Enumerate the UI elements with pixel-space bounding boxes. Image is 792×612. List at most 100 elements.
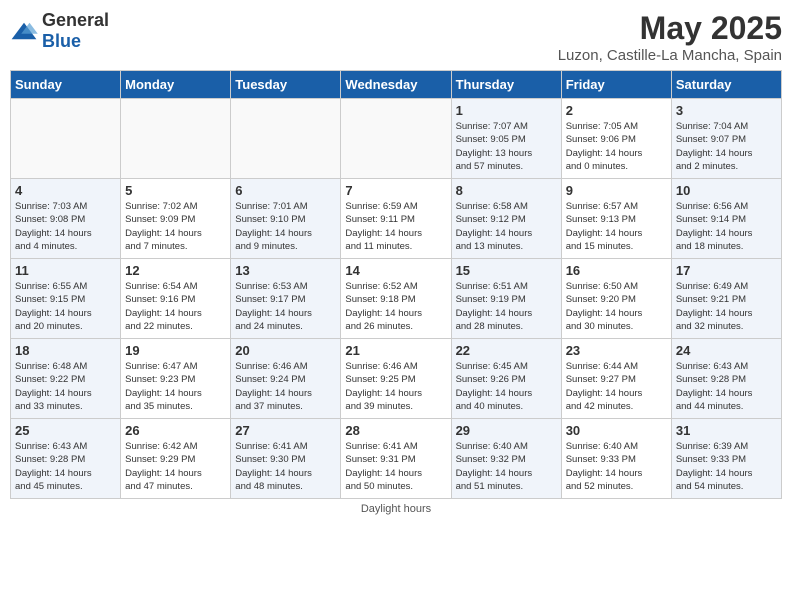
- day-info: Sunrise: 6:48 AM Sunset: 9:22 PM Dayligh…: [15, 360, 116, 413]
- day-number: 20: [235, 343, 336, 358]
- day-number: 25: [15, 423, 116, 438]
- calendar-table: SundayMondayTuesdayWednesdayThursdayFrid…: [10, 70, 782, 499]
- day-number: 9: [566, 183, 667, 198]
- day-number: 5: [125, 183, 226, 198]
- header-row: SundayMondayTuesdayWednesdayThursdayFrid…: [11, 71, 782, 99]
- calendar-header: SundayMondayTuesdayWednesdayThursdayFrid…: [11, 71, 782, 99]
- day-info: Sunrise: 6:46 AM Sunset: 9:24 PM Dayligh…: [235, 360, 336, 413]
- day-number: 26: [125, 423, 226, 438]
- title-area: May 2025 Luzon, Castille-La Mancha, Spai…: [558, 10, 782, 64]
- day-info: Sunrise: 6:49 AM Sunset: 9:21 PM Dayligh…: [676, 280, 777, 333]
- day-info: Sunrise: 6:54 AM Sunset: 9:16 PM Dayligh…: [125, 280, 226, 333]
- header-day-monday: Monday: [121, 71, 231, 99]
- day-info: Sunrise: 7:04 AM Sunset: 9:07 PM Dayligh…: [676, 120, 777, 173]
- day-info: Sunrise: 6:56 AM Sunset: 9:14 PM Dayligh…: [676, 200, 777, 253]
- day-cell: 5 Sunrise: 7:02 AM Sunset: 9:09 PM Daylig…: [121, 179, 231, 259]
- day-number: 13: [235, 263, 336, 278]
- day-info: Sunrise: 7:07 AM Sunset: 9:05 PM Dayligh…: [456, 120, 557, 173]
- day-info: Sunrise: 6:59 AM Sunset: 9:11 PM Dayligh…: [345, 200, 446, 253]
- day-info: Sunrise: 6:52 AM Sunset: 9:18 PM Dayligh…: [345, 280, 446, 333]
- day-info: Sunrise: 7:03 AM Sunset: 9:08 PM Dayligh…: [15, 200, 116, 253]
- day-info: Sunrise: 6:57 AM Sunset: 9:13 PM Dayligh…: [566, 200, 667, 253]
- header-day-saturday: Saturday: [671, 71, 781, 99]
- day-info: Sunrise: 6:43 AM Sunset: 9:28 PM Dayligh…: [15, 440, 116, 493]
- day-info: Sunrise: 6:44 AM Sunset: 9:27 PM Dayligh…: [566, 360, 667, 413]
- day-info: Sunrise: 6:42 AM Sunset: 9:29 PM Dayligh…: [125, 440, 226, 493]
- day-cell: 6Sunrise: 7:01 AM Sunset: 9:10 PM Daylig…: [231, 179, 341, 259]
- day-cell: 2 Sunrise: 7:05 AM Sunset: 9:06 PM Daylig…: [561, 99, 671, 179]
- logo-icon: [10, 20, 38, 42]
- header: General Blue May 2025 Luzon, Castille-La…: [10, 10, 782, 64]
- logo-blue: Blue: [42, 31, 81, 51]
- day-cell: 15 Sunrise: 6:51 AM Sunset: 9:19 PM Dayli…: [451, 259, 561, 339]
- day-info: Sunrise: 7:05 AM Sunset: 9:06 PM Dayligh…: [566, 120, 667, 173]
- day-info: Sunrise: 6:40 AM Sunset: 9:33 PM Dayligh…: [566, 440, 667, 493]
- day-info: Sunrise: 6:41 AM Sunset: 9:30 PM Dayligh…: [235, 440, 336, 493]
- day-cell: 21 Sunrise: 6:46 AM Sunset: 9:25 PM Dayli…: [341, 339, 451, 419]
- day-number: 7: [345, 183, 446, 198]
- day-cell: 19 Sunrise: 6:47 AM Sunset: 9:23 PM Dayli…: [121, 339, 231, 419]
- day-cell: 17 Sunrise: 6:49 AM Sunset: 9:21 PM Dayli…: [671, 259, 781, 339]
- logo-text: General Blue: [42, 10, 109, 52]
- day-cell: 11 Sunrise: 6:55 AM Sunset: 9:15 PM Dayli…: [11, 259, 121, 339]
- day-number: 31: [676, 423, 777, 438]
- day-info: Sunrise: 6:55 AM Sunset: 9:15 PM Dayligh…: [15, 280, 116, 333]
- day-cell: 28 Sunrise: 6:41 AM Sunset: 9:31 PM Dayli…: [341, 419, 451, 499]
- footer-note: Daylight hours: [10, 503, 782, 515]
- day-info: Sunrise: 6:46 AM Sunset: 9:25 PM Dayligh…: [345, 360, 446, 413]
- day-cell: 20 Sunrise: 6:46 AM Sunset: 9:24 PM Dayli…: [231, 339, 341, 419]
- day-info: Sunrise: 6:41 AM Sunset: 9:31 PM Dayligh…: [345, 440, 446, 493]
- subtitle: Luzon, Castille-La Mancha, Spain: [558, 47, 782, 64]
- header-day-friday: Friday: [561, 71, 671, 99]
- day-number: 2: [566, 103, 667, 118]
- day-info: Sunrise: 6:43 AM Sunset: 9:28 PM Dayligh…: [676, 360, 777, 413]
- day-cell: 1 Sunrise: 7:07 AM Sunset: 9:05 PM Daylig…: [451, 99, 561, 179]
- day-number: 16: [566, 263, 667, 278]
- day-cell: [231, 99, 341, 179]
- day-number: 6: [235, 183, 336, 198]
- day-cell: 13 Sunrise: 6:53 AM Sunset: 9:17 PM Dayli…: [231, 259, 341, 339]
- day-info: Sunrise: 6:50 AM Sunset: 9:20 PM Dayligh…: [566, 280, 667, 333]
- header-day-thursday: Thursday: [451, 71, 561, 99]
- day-cell: 9 Sunrise: 6:57 AM Sunset: 9:13 PM Daylig…: [561, 179, 671, 259]
- header-day-wednesday: Wednesday: [341, 71, 451, 99]
- day-cell: 27 Sunrise: 6:41 AM Sunset: 9:30 PM Dayli…: [231, 419, 341, 499]
- day-cell: [11, 99, 121, 179]
- day-number: 10: [676, 183, 777, 198]
- day-cell: 24Sunrise: 6:43 AM Sunset: 9:28 PM Dayli…: [671, 339, 781, 419]
- day-cell: 23Sunrise: 6:44 AM Sunset: 9:27 PM Dayli…: [561, 339, 671, 419]
- day-cell: 18Sunrise: 6:48 AM Sunset: 9:22 PM Dayli…: [11, 339, 121, 419]
- day-info: Sunrise: 6:51 AM Sunset: 9:19 PM Dayligh…: [456, 280, 557, 333]
- day-cell: 4 Sunrise: 7:03 AM Sunset: 9:08 PM Daylig…: [11, 179, 121, 259]
- day-number: 1: [456, 103, 557, 118]
- day-info: Sunrise: 6:45 AM Sunset: 9:26 PM Dayligh…: [456, 360, 557, 413]
- day-number: 15: [456, 263, 557, 278]
- header-day-tuesday: Tuesday: [231, 71, 341, 99]
- week-row-3: 11 Sunrise: 6:55 AM Sunset: 9:15 PM Dayli…: [11, 259, 782, 339]
- calendar-body: 1 Sunrise: 7:07 AM Sunset: 9:05 PM Daylig…: [11, 99, 782, 499]
- day-cell: 26 Sunrise: 6:42 AM Sunset: 9:29 PM Dayli…: [121, 419, 231, 499]
- day-number: 21: [345, 343, 446, 358]
- day-number: 17: [676, 263, 777, 278]
- day-number: 27: [235, 423, 336, 438]
- logo: General Blue: [10, 10, 109, 52]
- day-number: 28: [345, 423, 446, 438]
- day-info: Sunrise: 6:53 AM Sunset: 9:17 PM Dayligh…: [235, 280, 336, 333]
- day-cell: [341, 99, 451, 179]
- day-cell: 16 Sunrise: 6:50 AM Sunset: 9:20 PM Dayli…: [561, 259, 671, 339]
- day-info: Sunrise: 7:02 AM Sunset: 9:09 PM Dayligh…: [125, 200, 226, 253]
- main-title: May 2025: [558, 10, 782, 47]
- day-number: 29: [456, 423, 557, 438]
- day-cell: 31 Sunrise: 6:39 AM Sunset: 9:33 PM Dayli…: [671, 419, 781, 499]
- day-info: Sunrise: 6:39 AM Sunset: 9:33 PM Dayligh…: [676, 440, 777, 493]
- day-number: 4: [15, 183, 116, 198]
- week-row-1: 1 Sunrise: 7:07 AM Sunset: 9:05 PM Daylig…: [11, 99, 782, 179]
- day-cell: 14Sunrise: 6:52 AM Sunset: 9:18 PM Dayli…: [341, 259, 451, 339]
- day-number: 22: [456, 343, 557, 358]
- day-info: Sunrise: 6:47 AM Sunset: 9:23 PM Dayligh…: [125, 360, 226, 413]
- week-row-2: 4 Sunrise: 7:03 AM Sunset: 9:08 PM Daylig…: [11, 179, 782, 259]
- day-number: 19: [125, 343, 226, 358]
- day-number: 11: [15, 263, 116, 278]
- day-number: 3: [676, 103, 777, 118]
- day-number: 30: [566, 423, 667, 438]
